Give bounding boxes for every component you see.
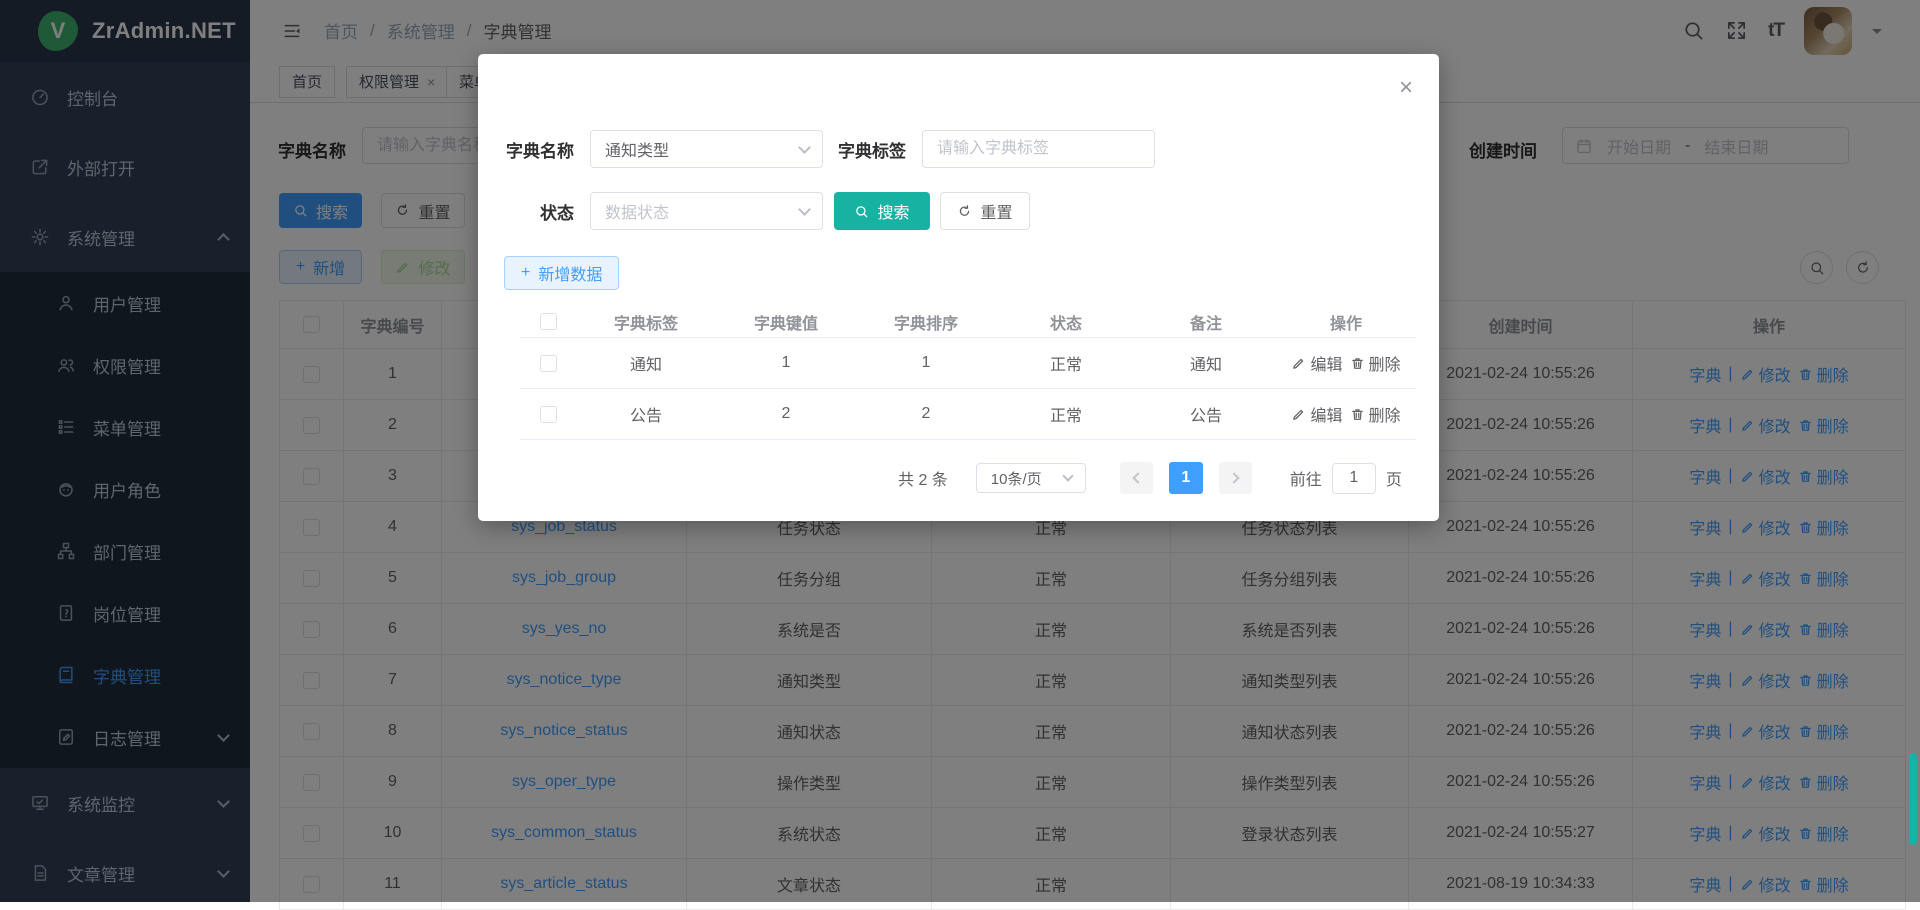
next-page-button[interactable] <box>1219 462 1252 494</box>
modal-reset-button[interactable]: 重置 <box>940 192 1030 230</box>
header-remark: 备注 <box>1136 306 1276 338</box>
row-edit-link[interactable]: 编辑 <box>1291 402 1342 426</box>
header-action: 操作 <box>1276 306 1416 338</box>
pencil-icon <box>1291 407 1306 422</box>
header-status: 状态 <box>996 306 1136 338</box>
modal-dict-label-input[interactable] <box>922 130 1155 168</box>
modal-pagination: 共 2 条 10条/页 1 前往 页 <box>898 462 1402 494</box>
modal-table-header: 字典标签 字典键值 字典排序 状态 备注 操作 <box>520 306 1416 338</box>
chevron-left-icon <box>1132 472 1143 483</box>
modal-status-label: 状态 <box>504 199 590 224</box>
row-checkbox[interactable] <box>540 406 557 423</box>
pagination-total: 共 2 条 <box>898 466 948 490</box>
dict-data-table: 字典标签 字典键值 字典排序 状态 备注 操作 通知 1 1 正常 通知 编辑删… <box>520 306 1416 440</box>
modal-dict-name-select[interactable]: 通知类型 <box>590 130 823 168</box>
modal-search-button[interactable]: 搜索 <box>834 192 930 230</box>
modal-select-all-checkbox[interactable] <box>540 313 557 330</box>
page-unit-label: 页 <box>1386 466 1402 490</box>
modal-dict-label-label: 字典标签 <box>823 137 922 162</box>
refresh-icon <box>957 204 972 219</box>
dict-data-dialog: × 字典名称 通知类型 字典标签 状态 数据状态 搜索 重置 + 新增数据 字典 <box>478 54 1439 521</box>
chevron-down-icon <box>798 141 811 154</box>
header-dict-value: 字典键值 <box>716 306 856 338</box>
chevron-down-icon <box>798 203 811 216</box>
current-page-button[interactable]: 1 <box>1169 462 1203 494</box>
goto-page-input[interactable] <box>1332 463 1376 494</box>
modal-add-data-button[interactable]: + 新增数据 <box>504 256 619 290</box>
vertical-scrollbar-thumb[interactable] <box>1909 753 1917 845</box>
row-delete-link[interactable]: 删除 <box>1350 402 1401 426</box>
trash-icon <box>1350 407 1365 422</box>
header-dict-sort: 字典排序 <box>856 306 996 338</box>
header-dict-label: 字典标签 <box>576 306 716 338</box>
plus-icon: + <box>521 264 530 282</box>
chevron-right-icon <box>1228 472 1239 483</box>
close-icon[interactable]: × <box>1399 76 1413 100</box>
modal-table-row: 公告 2 2 正常 公告 编辑删除 <box>520 389 1416 440</box>
trash-icon <box>1350 356 1365 371</box>
modal-table-row: 通知 1 1 正常 通知 编辑删除 <box>520 338 1416 389</box>
goto-label: 前往 <box>1290 466 1322 490</box>
page-size-select[interactable]: 10条/页 <box>976 463 1086 493</box>
prev-page-button[interactable] <box>1120 462 1153 494</box>
chevron-down-icon <box>1062 470 1073 481</box>
search-icon <box>854 204 869 219</box>
row-edit-link[interactable]: 编辑 <box>1291 351 1342 375</box>
modal-status-select[interactable]: 数据状态 <box>590 192 823 230</box>
modal-dict-name-label: 字典名称 <box>504 137 590 162</box>
row-delete-link[interactable]: 删除 <box>1350 351 1401 375</box>
row-checkbox[interactable] <box>540 355 557 372</box>
pencil-icon <box>1291 356 1306 371</box>
